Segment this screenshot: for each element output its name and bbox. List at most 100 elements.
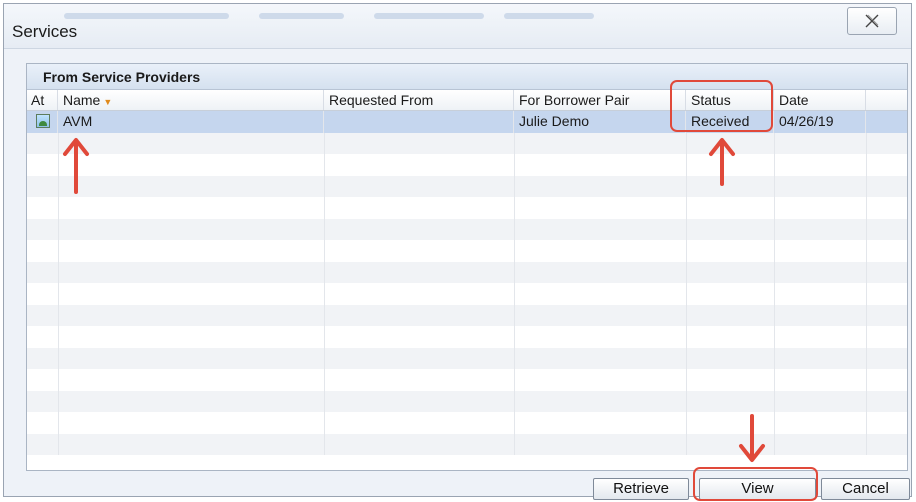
ghost-tab: [64, 13, 229, 19]
grid-divider: [324, 412, 325, 434]
grid-divider: [686, 240, 687, 262]
grid-divider: [866, 261, 867, 283]
grid-divider: [324, 261, 325, 283]
grid-divider: [686, 154, 687, 176]
title-bar: Services: [4, 4, 911, 49]
name-cell: AVM: [58, 111, 324, 133]
empty-table-row: [27, 261, 907, 283]
grid-divider: [324, 304, 325, 326]
grid-divider: [324, 240, 325, 262]
grid-divider: [58, 197, 59, 219]
close-button[interactable]: [847, 7, 897, 35]
grid-divider: [866, 154, 867, 176]
grid-divider: [514, 283, 515, 305]
grid-divider: [774, 283, 775, 305]
grid-divider: [514, 154, 515, 176]
grid-divider: [58, 369, 59, 391]
grid-divider: [686, 283, 687, 305]
table-row[interactable]: AVM Julie Demo Received 04/26/19: [27, 111, 907, 133]
service-providers-panel: From Service Providers At Name ▼ Requeste…: [26, 63, 908, 471]
grid-divider: [866, 412, 867, 434]
empty-table-row: [27, 154, 907, 176]
grid-divider: [866, 283, 867, 305]
grid-divider: [324, 218, 325, 240]
close-x-icon: [865, 14, 879, 28]
empty-table-row: [27, 412, 907, 434]
column-header-row: At Name ▼ Requested From For Borrower Pai…: [27, 90, 907, 111]
grid-divider: [324, 347, 325, 369]
date-cell: 04/26/19: [774, 111, 866, 133]
column-header-status[interactable]: Status: [686, 90, 774, 110]
empty-table-row: [27, 132, 907, 154]
grid-divider: [514, 369, 515, 391]
ghost-tab: [374, 13, 484, 19]
column-header-date[interactable]: Date: [774, 90, 866, 110]
grid-divider: [686, 175, 687, 197]
cancel-button[interactable]: Cancel: [821, 478, 910, 500]
grid-divider: [514, 218, 515, 240]
grid-divider: [58, 175, 59, 197]
empty-table-row: [27, 433, 907, 455]
grid-divider: [686, 347, 687, 369]
grid-divider: [866, 132, 867, 154]
empty-table-row: [27, 304, 907, 326]
grid-divider: [58, 304, 59, 326]
grid-divider: [774, 369, 775, 391]
grid-divider: [514, 433, 515, 455]
view-button[interactable]: View: [699, 478, 816, 500]
ghost-tab: [504, 13, 594, 19]
column-header-name[interactable]: Name ▼: [58, 90, 324, 110]
empty-table-row: [27, 326, 907, 348]
grid-divider: [686, 132, 687, 154]
empty-table-row: [27, 283, 907, 305]
grid-divider: [324, 326, 325, 348]
grid-divider: [866, 304, 867, 326]
grid-divider: [58, 433, 59, 455]
grid-divider: [774, 132, 775, 154]
grid-divider: [324, 283, 325, 305]
grid-divider: [774, 326, 775, 348]
grid-divider: [324, 369, 325, 391]
grid-divider: [866, 390, 867, 412]
grid-divider: [58, 132, 59, 154]
grid-divider: [324, 433, 325, 455]
grid-divider: [686, 433, 687, 455]
requested-from-cell: [324, 111, 514, 133]
grid-divider: [866, 433, 867, 455]
grid-divider: [514, 390, 515, 412]
grid-divider: [514, 412, 515, 434]
column-header-at[interactable]: At: [27, 90, 58, 110]
grid-divider: [324, 390, 325, 412]
grid-divider: [774, 304, 775, 326]
grid-divider: [58, 240, 59, 262]
arrow-down-icon: [739, 414, 765, 462]
grid-divider: [774, 218, 775, 240]
column-header-for-borrower-pair[interactable]: For Borrower Pair: [514, 90, 686, 110]
grid-divider: [58, 154, 59, 176]
retrieve-button[interactable]: Retrieve: [593, 478, 689, 500]
grid-divider: [686, 218, 687, 240]
attachment-cell: [27, 111, 58, 133]
grid-divider: [686, 197, 687, 219]
ghost-tab: [259, 13, 344, 19]
grid-divider: [686, 369, 687, 391]
grid-divider: [324, 175, 325, 197]
grid-divider: [686, 326, 687, 348]
grid-divider: [774, 347, 775, 369]
empty-table-row: [27, 197, 907, 219]
grid-divider: [686, 304, 687, 326]
grid-divider: [514, 304, 515, 326]
services-table-body: AVM Julie Demo Received 04/26/19: [27, 111, 907, 455]
column-header-requested-from[interactable]: Requested From: [324, 90, 514, 110]
empty-table-row: [27, 240, 907, 262]
grid-divider: [514, 197, 515, 219]
grid-divider: [58, 412, 59, 434]
status-cell: Received: [686, 111, 774, 133]
arrow-up-icon: [63, 138, 89, 194]
empty-table-row: [27, 347, 907, 369]
panel-title: From Service Providers: [27, 64, 907, 90]
grid-divider: [866, 347, 867, 369]
grid-divider: [866, 369, 867, 391]
grid-divider: [774, 197, 775, 219]
grid-divider: [774, 175, 775, 197]
